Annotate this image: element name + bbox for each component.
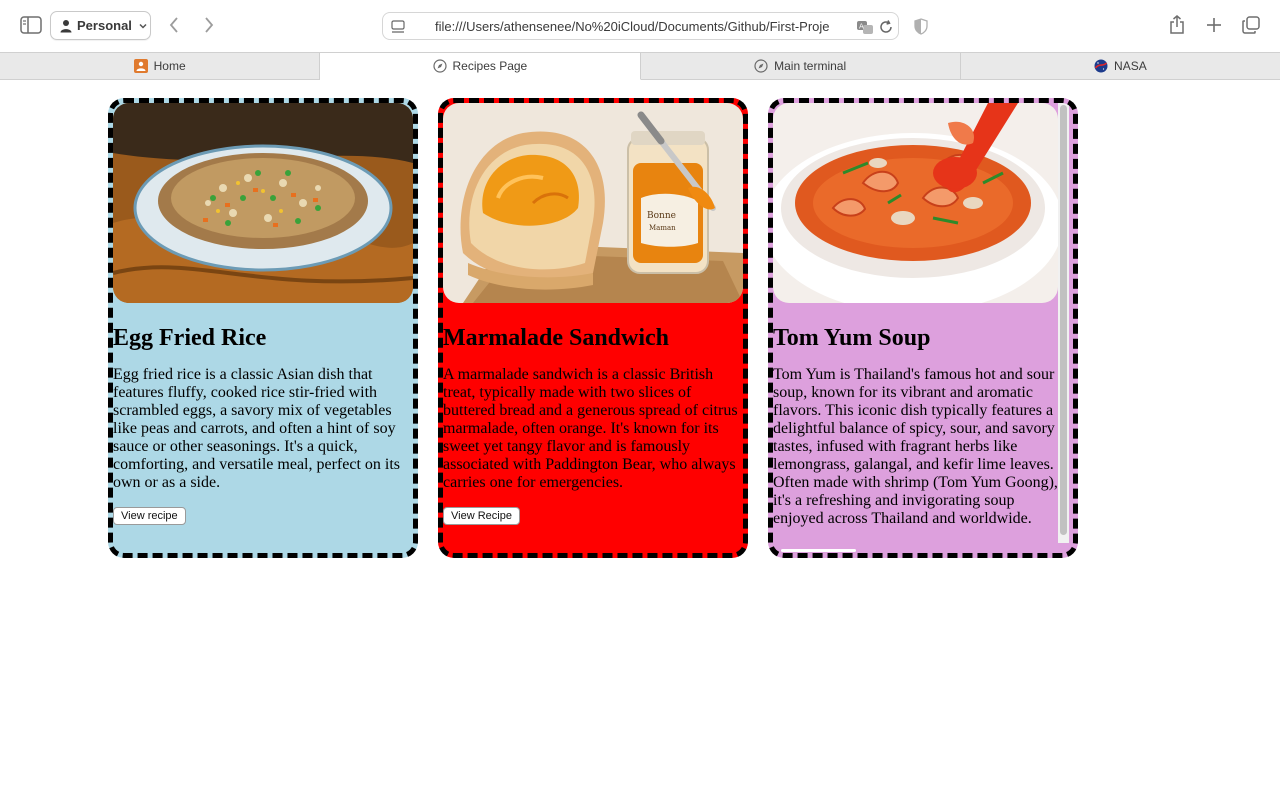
privacy-shield-icon[interactable] (912, 16, 930, 36)
home-tab-icon (133, 59, 148, 73)
tab-main-terminal[interactable]: Main terminal (641, 53, 961, 79)
sidebar-toggle-icon[interactable] (18, 14, 44, 36)
tab-nasa[interactable]: NASA (961, 53, 1280, 79)
person-icon (60, 19, 72, 32)
chevron-right-icon (205, 17, 214, 33)
view-recipe-button[interactable]: View recipe (113, 507, 186, 525)
scrollbar-thumb[interactable] (781, 549, 856, 552)
tab-recipes-page[interactable]: Recipes Page (320, 53, 641, 80)
scrollbar-thumb[interactable] (1060, 105, 1067, 535)
profile-label: Personal (77, 18, 132, 33)
tab-label: NASA (1114, 59, 1147, 73)
marmalade-sandwich-image: Bonne Maman (443, 103, 743, 303)
tab-overview-icon[interactable] (1240, 14, 1262, 36)
url-text: file:///Users/athensenee/No%20iCloud/Doc… (435, 19, 830, 34)
egg-fried-rice-image (113, 103, 413, 303)
recipe-description: Egg fried rice is a classic Asian dish t… (113, 366, 401, 491)
tab-bar: Home Recipes Page Main terminal NASA (0, 52, 1280, 80)
chevron-down-icon (139, 23, 147, 29)
page-menu-icon[interactable] (390, 19, 406, 35)
card-scroll-content: Tom Yum Soup Tom Yum is Thailand's famou… (773, 103, 1058, 528)
recipe-title: Tom Yum Soup (773, 325, 931, 351)
tab-label: Home (153, 59, 186, 73)
compass-icon (432, 59, 447, 73)
tab-label: Main terminal (774, 59, 847, 73)
forward-button[interactable] (199, 14, 219, 36)
tab-label: Recipes Page (452, 59, 528, 73)
horizontal-scrollbar[interactable] (773, 549, 1073, 553)
nasa-logo-icon (1094, 59, 1108, 73)
svg-text:A: A (859, 23, 864, 31)
address-bar[interactable]: file:///Users/athensenee/No%20iCloud/Doc… (382, 12, 899, 40)
view-recipe-button[interactable]: View Recipe (443, 507, 520, 525)
tom-yum-soup-image (773, 103, 1058, 303)
svg-text:Maman: Maman (649, 224, 676, 232)
compass-icon (754, 59, 768, 73)
reload-icon[interactable] (878, 19, 894, 35)
share-icon[interactable] (1166, 13, 1188, 37)
recipe-card-tom-yum-soup[interactable]: Tom Yum Soup Tom Yum is Thailand's famou… (768, 98, 1078, 558)
browser-toolbar: Personal file:///Users/athensenee/No%20i… (0, 0, 1280, 52)
chevron-left-icon (169, 17, 178, 33)
recipe-title: Marmalade Sandwich (443, 325, 670, 351)
recipe-card-egg-fried-rice: Egg Fried Rice Egg fried rice is a class… (108, 98, 418, 558)
back-button[interactable] (164, 14, 184, 36)
page-content: Egg Fried Rice Egg fried rice is a class… (0, 80, 1280, 800)
vertical-scrollbar[interactable] (1058, 103, 1069, 543)
recipe-description: A marmalade sandwich is a classic Britis… (443, 366, 738, 491)
profile-selector[interactable]: Personal (50, 11, 151, 40)
translate-icon[interactable]: A (856, 19, 874, 35)
new-tab-icon[interactable] (1203, 14, 1225, 36)
recipe-card-marmalade-sandwich: Bonne Maman Marmalade Sandwich A marmala… (438, 98, 748, 558)
recipe-description: Tom Yum is Thailand's famous hot and sou… (773, 366, 1058, 527)
tab-home[interactable]: Home (0, 53, 321, 79)
recipe-title: Egg Fried Rice (113, 325, 267, 351)
svg-text:Bonne: Bonne (647, 211, 676, 221)
